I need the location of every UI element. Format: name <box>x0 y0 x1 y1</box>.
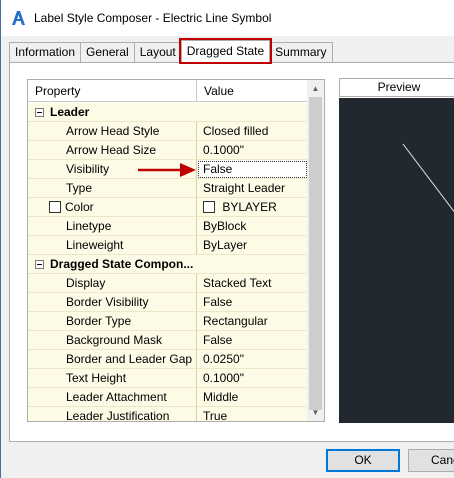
tab-summary[interactable]: Summary <box>269 42 333 62</box>
title-bar: Label Style Composer - Electric Line Sym… <box>1 0 454 36</box>
property-value[interactable]: Middle <box>197 388 308 407</box>
table-row[interactable]: Border Type Rectangular <box>28 312 308 331</box>
property-value[interactable]: Rectangular <box>197 312 308 331</box>
tab-information[interactable]: Information <box>9 42 82 62</box>
property-name: Arrow Head Style <box>28 122 197 141</box>
property-value[interactable]: 0.1000" <box>197 369 308 388</box>
value-column-header[interactable]: Value <box>197 80 307 102</box>
property-value[interactable]: False <box>197 331 308 350</box>
table-row[interactable]: Leader Justification True <box>28 407 308 421</box>
tab-dragged-state[interactable]: Dragged State <box>178 38 273 64</box>
property-value[interactable]: Stacked Text <box>197 274 308 293</box>
ok-button[interactable]: OK <box>326 449 400 472</box>
scroll-down-arrow-icon[interactable]: ▼ <box>307 404 324 421</box>
autocad-app-icon <box>10 10 26 26</box>
property-name: Border Visibility <box>28 293 197 312</box>
table-row[interactable]: Leader Attachment Middle <box>28 388 308 407</box>
property-name: Text Height <box>28 369 197 388</box>
property-value[interactable]: 0.1000" <box>197 141 308 160</box>
collapse-icon[interactable] <box>35 260 44 269</box>
property-value[interactable]: False <box>197 293 308 312</box>
table-row[interactable]: Lineweight ByLayer <box>28 236 308 255</box>
red-arrow-icon <box>138 163 196 177</box>
table-row[interactable]: Arrow Head Size 0.1000" <box>28 141 308 160</box>
table-row[interactable]: Background Mask False <box>28 331 308 350</box>
scrollbar-thumb[interactable] <box>309 97 322 410</box>
table-row-color[interactable]: Color BYLAYER <box>28 198 308 217</box>
tab-general[interactable]: General <box>80 42 135 62</box>
property-grid: Property Value Leader Arrow Head Style C… <box>27 79 325 422</box>
property-value[interactable]: Closed filled <box>197 122 308 141</box>
window-title: Label Style Composer - Electric Line Sym… <box>34 11 272 25</box>
table-row[interactable]: Arrow Head Style Closed filled <box>28 122 308 141</box>
preview-canvas <box>339 98 454 423</box>
grid-header: Property Value <box>28 80 308 102</box>
property-name: Display <box>28 274 197 293</box>
table-row[interactable]: Border Visibility False <box>28 293 308 312</box>
vertical-scrollbar[interactable]: ▲ ▼ <box>307 80 324 421</box>
color-checkbox[interactable] <box>49 201 61 213</box>
color-swatch-icon <box>203 201 215 213</box>
property-name: Leader Attachment <box>28 388 197 407</box>
property-value[interactable]: ByLayer <box>197 236 308 255</box>
preview-header: Preview <box>339 78 454 97</box>
group-label: Dragged State Compon... <box>50 257 194 271</box>
property-value[interactable]: 0.0250" <box>197 350 308 369</box>
property-name: Border and Leader Gap <box>28 350 197 369</box>
property-name: Leader Justification <box>28 407 197 421</box>
preview-leader-line <box>402 143 454 213</box>
property-name-cell: Color <box>28 198 197 217</box>
property-name: Background Mask <box>28 331 197 350</box>
property-value-cell[interactable]: BYLAYER <box>197 198 308 217</box>
grid-rows: Leader Arrow Head Style Closed filled Ar… <box>28 103 308 421</box>
table-row[interactable]: Border and Leader Gap 0.0250" <box>28 350 308 369</box>
dialog-window: Label Style Composer - Electric Line Sym… <box>0 0 454 478</box>
table-row[interactable]: Linetype ByBlock <box>28 217 308 236</box>
group-cell: Leader <box>28 103 308 122</box>
scroll-up-arrow-icon[interactable]: ▲ <box>307 80 324 97</box>
collapse-icon[interactable] <box>35 108 44 117</box>
property-name: Color <box>65 200 94 214</box>
group-row-dragged-state[interactable]: Dragged State Compon... <box>28 255 308 274</box>
property-name: Border Type <box>28 312 197 331</box>
group-row-leader[interactable]: Leader <box>28 103 308 122</box>
property-name: Arrow Head Size <box>28 141 197 160</box>
cancel-button[interactable]: Cancel <box>408 449 454 472</box>
table-row[interactable]: Text Height 0.1000" <box>28 369 308 388</box>
property-value-selected[interactable]: False <box>197 160 308 179</box>
property-name: Lineweight <box>28 236 197 255</box>
table-row[interactable]: Display Stacked Text <box>28 274 308 293</box>
property-value: BYLAYER <box>222 200 277 214</box>
property-value[interactable]: True <box>197 407 308 421</box>
tab-strip: Information General Layout Dragged State… <box>9 38 333 64</box>
group-cell: Dragged State Compon... <box>28 255 308 274</box>
property-value[interactable]: Straight Leader <box>197 179 308 198</box>
property-column-header[interactable]: Property <box>28 80 197 102</box>
group-label: Leader <box>50 105 90 119</box>
tab-layout[interactable]: Layout <box>133 42 182 62</box>
table-row[interactable]: Type Straight Leader <box>28 179 308 198</box>
property-name: Type <box>28 179 197 198</box>
property-name: Linetype <box>28 217 197 236</box>
property-value[interactable]: ByBlock <box>197 217 308 236</box>
